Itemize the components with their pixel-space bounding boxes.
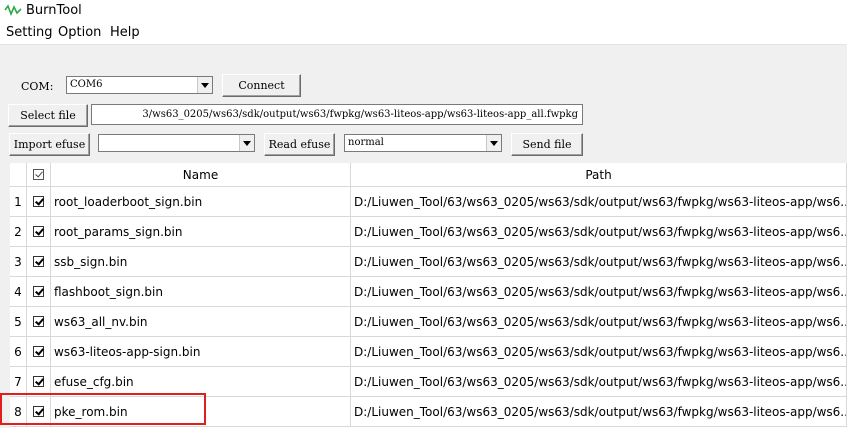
connect-button[interactable]: Connect (222, 74, 301, 97)
checkbox-checked-icon[interactable] (33, 256, 44, 267)
row-checkbox-cell[interactable] (27, 187, 51, 217)
file-path-cell[interactable]: D:/Liuwen_Tool/63/ws63_0205/ws63/sdk/out… (351, 397, 847, 427)
file-path-cell[interactable]: D:/Liuwen_Tool/63/ws63_0205/ws63/sdk/out… (351, 277, 847, 307)
file-path-cell[interactable]: D:/Liuwen_Tool/63/ws63_0205/ws63/sdk/out… (351, 217, 847, 247)
checkbox-checked-icon[interactable] (33, 376, 44, 387)
checkbox-checked-icon[interactable] (33, 346, 44, 357)
checkbox-checked-icon[interactable] (33, 286, 44, 297)
menu-setting[interactable]: Setting (6, 25, 53, 40)
file-name-cell[interactable]: ssb_sign.bin (51, 247, 351, 277)
mode-value: normal (348, 137, 384, 148)
com-label: COM: (21, 80, 54, 93)
import-efuse-button[interactable]: Import efuse (9, 133, 90, 156)
path-column-header[interactable]: Path (351, 163, 847, 187)
name-column-header[interactable]: Name (51, 163, 351, 187)
row-number: 6 (10, 337, 27, 367)
file-name-cell[interactable]: root_params_sign.bin (51, 217, 351, 247)
select-file-button[interactable]: Select file (8, 104, 88, 127)
com-port-dropdown-arrow[interactable] (197, 77, 212, 93)
checkbox-checked-icon[interactable] (33, 226, 44, 237)
file-path-value: 3/ws63_0205/ws63/sdk/output/ws63/fwpkg/w… (142, 109, 578, 120)
row-number: 4 (10, 277, 27, 307)
file-name-cell[interactable]: root_loaderboot_sign.bin (51, 187, 351, 217)
row-checkbox-cell[interactable] (27, 247, 51, 277)
row-checkbox-cell[interactable] (27, 277, 51, 307)
select-all-checkbox-header[interactable] (27, 163, 51, 187)
chevron-down-icon (201, 82, 209, 88)
chevron-down-icon (490, 140, 498, 146)
menu-bar: Setting Option Help (0, 22, 847, 45)
file-path-cell[interactable]: D:/Liuwen_Tool/63/ws63_0205/ws63/sdk/out… (351, 337, 847, 367)
highlight-box (0, 393, 206, 425)
burntool-logo-icon (4, 4, 22, 16)
file-path-field[interactable]: 3/ws63_0205/ws63/sdk/output/ws63/fwpkg/w… (91, 104, 583, 125)
com-port-select[interactable]: COM6 (66, 76, 213, 94)
window-title: BurnTool (26, 3, 82, 18)
row-checkbox-cell[interactable] (27, 217, 51, 247)
row-number: 1 (10, 187, 27, 217)
checkbox-icon[interactable] (33, 169, 44, 180)
row-number-header (10, 163, 27, 187)
row-checkbox-cell[interactable] (27, 337, 51, 367)
mode-dropdown-arrow[interactable] (486, 135, 501, 151)
chevron-down-icon (243, 140, 251, 146)
menu-option[interactable]: Option (58, 25, 101, 40)
file-path-cell[interactable]: D:/Liuwen_Tool/63/ws63_0205/ws63/sdk/out… (351, 367, 847, 397)
file-name-cell[interactable]: flashboot_sign.bin (51, 277, 351, 307)
checkbox-checked-icon[interactable] (33, 316, 44, 327)
file-name-cell[interactable]: ws63-liteos-app-sign.bin (51, 337, 351, 367)
row-number: 2 (10, 217, 27, 247)
file-name-cell[interactable]: ws63_all_nv.bin (51, 307, 351, 337)
file-path-cell[interactable]: D:/Liuwen_Tool/63/ws63_0205/ws63/sdk/out… (351, 307, 847, 337)
mode-select[interactable]: normal (344, 134, 502, 152)
file-table: Name Path 1 root_loaderboot_sign.bin D:/Li… (10, 163, 847, 428)
row-number: 3 (10, 247, 27, 277)
file-path-cell[interactable]: D:/Liuwen_Tool/63/ws63_0205/ws63/sdk/out… (351, 247, 847, 277)
menu-help[interactable]: Help (110, 25, 140, 40)
com-port-value: COM6 (70, 79, 103, 90)
checkbox-checked-icon[interactable] (33, 196, 44, 207)
title-bar: BurnTool (0, 0, 847, 22)
row-number: 5 (10, 307, 27, 337)
file-path-cell[interactable]: D:/Liuwen_Tool/63/ws63_0205/ws63/sdk/out… (351, 187, 847, 217)
row-checkbox-cell[interactable] (27, 307, 51, 337)
efuse-file-dropdown-arrow[interactable] (239, 135, 254, 151)
send-file-button[interactable]: Send file (511, 133, 583, 156)
efuse-file-select[interactable] (98, 134, 255, 152)
read-efuse-button[interactable]: Read efuse (264, 133, 335, 156)
